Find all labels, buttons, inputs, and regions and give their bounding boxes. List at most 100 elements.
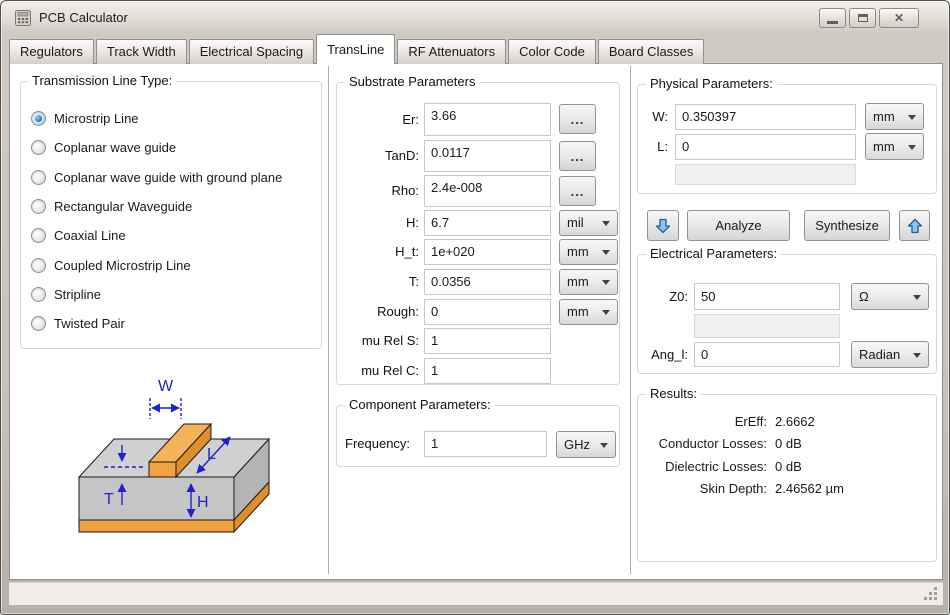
radio-coupled-microstrip-line[interactable]: Coupled Microstrip Line: [31, 255, 191, 275]
close-button[interactable]: ✕: [879, 8, 919, 28]
h-unit-select[interactable]: mil: [559, 210, 618, 236]
minimize-button[interactable]: [819, 8, 846, 28]
tab-electrical-spacing[interactable]: Electrical Spacing: [189, 39, 314, 64]
conductor-losses-value: 0 dB: [775, 436, 802, 451]
z0-unit-select[interactable]: Ω: [851, 283, 929, 310]
radio-selected-icon: [31, 111, 46, 126]
w-unit-select[interactable]: mm: [865, 103, 924, 130]
results-group: Results: ErEff: 2.6662 Conductor Losses:…: [637, 394, 937, 562]
radio-label: Coplanar wave guide: [54, 140, 176, 155]
screen: PCB Calculator ✕ Regulators Track Width …: [0, 0, 950, 615]
radio-microstrip-line[interactable]: Microstrip Line: [31, 108, 139, 128]
radio-icon: [31, 316, 46, 331]
rho-more-button[interactable]: ...: [559, 176, 596, 206]
window-title: PCB Calculator: [39, 10, 128, 25]
copy-up-button[interactable]: [899, 210, 930, 241]
copy-down-button[interactable]: [647, 210, 679, 241]
radio-coplanar-ground-plane[interactable]: Coplanar wave guide with ground plane: [31, 167, 282, 187]
synthesize-button[interactable]: Synthesize: [804, 210, 890, 241]
column-separator: [328, 66, 329, 574]
h-field[interactable]: 6.7: [424, 210, 551, 236]
synthesize-label: Synthesize: [815, 218, 879, 233]
group-title: Electrical Parameters:: [646, 246, 781, 261]
radio-icon: [31, 140, 46, 155]
column-separator: [630, 66, 631, 574]
er-more-button[interactable]: ...: [559, 104, 596, 134]
skin-depth-value: 2.46562 µm: [775, 481, 844, 496]
rough-field[interactable]: 0: [424, 299, 551, 325]
ereff-value: 2.6662: [775, 414, 815, 429]
analyze-label: Analyze: [715, 218, 761, 233]
tand-field[interactable]: 0.0117: [424, 140, 551, 172]
tab-transline[interactable]: TransLine: [316, 34, 395, 64]
skin-depth-label: Skin Depth:: [643, 481, 767, 496]
resize-grip-icon[interactable]: [924, 587, 938, 601]
angl-field[interactable]: 0: [694, 342, 840, 367]
ht-field[interactable]: 1e+020: [424, 239, 551, 265]
tand-more-button[interactable]: ...: [559, 141, 596, 171]
group-title: Component Parameters:: [345, 397, 495, 412]
mu-rel-s-field[interactable]: 1: [424, 328, 551, 354]
physical-parameters-group: Physical Parameters: W: 0.350397 mm L: 0…: [637, 84, 937, 194]
group-title: Substrate Parameters: [345, 74, 479, 89]
rough-unit-select[interactable]: mm: [559, 299, 618, 325]
maximize-button[interactable]: [849, 8, 876, 28]
close-icon: ✕: [894, 12, 904, 24]
rho-field[interactable]: 2.4e-008: [424, 175, 551, 207]
tand-label: TanD:: [343, 140, 419, 172]
radio-label: Microstrip Line: [54, 111, 139, 126]
angl-unit-select[interactable]: Radian: [851, 341, 929, 368]
physical-aux-field: [675, 164, 856, 185]
frequency-field[interactable]: 1: [424, 431, 547, 457]
component-parameters-group: Component Parameters: Frequency: 1 GHz: [336, 405, 620, 467]
group-title: Transmission Line Type:: [28, 73, 176, 88]
group-title: Physical Parameters:: [646, 76, 777, 91]
l-label: L:: [644, 134, 668, 160]
transline-panel: Transmission Line Type: Microstrip Line …: [9, 63, 943, 580]
maximize-icon: [858, 14, 868, 22]
h-label: H:: [343, 210, 419, 236]
status-bar: [9, 582, 943, 605]
diagram-label-t: T: [104, 491, 114, 508]
radio-label: Coupled Microstrip Line: [54, 258, 191, 273]
z0-field[interactable]: 50: [694, 283, 840, 310]
tab-bar: Regulators Track Width Electrical Spacin…: [9, 34, 706, 64]
radio-icon: [31, 287, 46, 302]
group-title: Results:: [646, 386, 701, 401]
minimize-icon: [827, 21, 838, 24]
diagram-label-w: W: [158, 378, 174, 395]
analyze-button[interactable]: Analyze: [687, 210, 790, 241]
radio-rectangular-waveguide[interactable]: Rectangular Waveguide: [31, 196, 192, 216]
ht-label: H_t:: [343, 239, 419, 265]
l-field[interactable]: 0: [675, 134, 856, 160]
titlebar[interactable]: PCB Calculator ✕: [1, 1, 949, 33]
tab-rf-attenuators[interactable]: RF Attenuators: [397, 39, 506, 64]
er-field[interactable]: 3.66: [424, 103, 551, 136]
radio-icon: [31, 228, 46, 243]
dielectric-losses-label: Dielectric Losses:: [643, 459, 767, 474]
arrow-down-icon: [654, 217, 672, 235]
radio-coplanar-wave-guide[interactable]: Coplanar wave guide: [31, 137, 176, 157]
tab-track-width[interactable]: Track Width: [96, 39, 187, 64]
ht-unit-select[interactable]: mm: [559, 239, 618, 265]
pcb-calculator-window: PCB Calculator ✕ Regulators Track Width …: [0, 0, 950, 615]
mu-rel-c-field[interactable]: 1: [424, 358, 551, 384]
tab-board-classes[interactable]: Board Classes: [598, 39, 705, 64]
transmission-line-type-group: Transmission Line Type: Microstrip Line …: [20, 81, 322, 349]
frequency-unit-select[interactable]: GHz: [556, 431, 616, 458]
tab-color-code[interactable]: Color Code: [508, 39, 596, 64]
t-field[interactable]: 0.0356: [424, 269, 551, 295]
radio-label: Rectangular Waveguide: [54, 199, 192, 214]
conductor-losses-label: Conductor Losses:: [643, 436, 767, 451]
w-field[interactable]: 0.350397: [675, 104, 856, 130]
t-unit-select[interactable]: mm: [559, 269, 618, 295]
tab-regulators[interactable]: Regulators: [9, 39, 94, 64]
rho-label: Rho:: [343, 175, 419, 207]
radio-label: Coaxial Line: [54, 228, 126, 243]
radio-stripline[interactable]: Stripline: [31, 284, 101, 304]
radio-coaxial-line[interactable]: Coaxial Line: [31, 225, 126, 245]
ellipsis-icon: ...: [571, 112, 585, 127]
radio-twisted-pair[interactable]: Twisted Pair: [31, 313, 125, 333]
mu-rel-c-label: mu Rel C:: [343, 358, 419, 384]
l-unit-select[interactable]: mm: [865, 133, 924, 160]
